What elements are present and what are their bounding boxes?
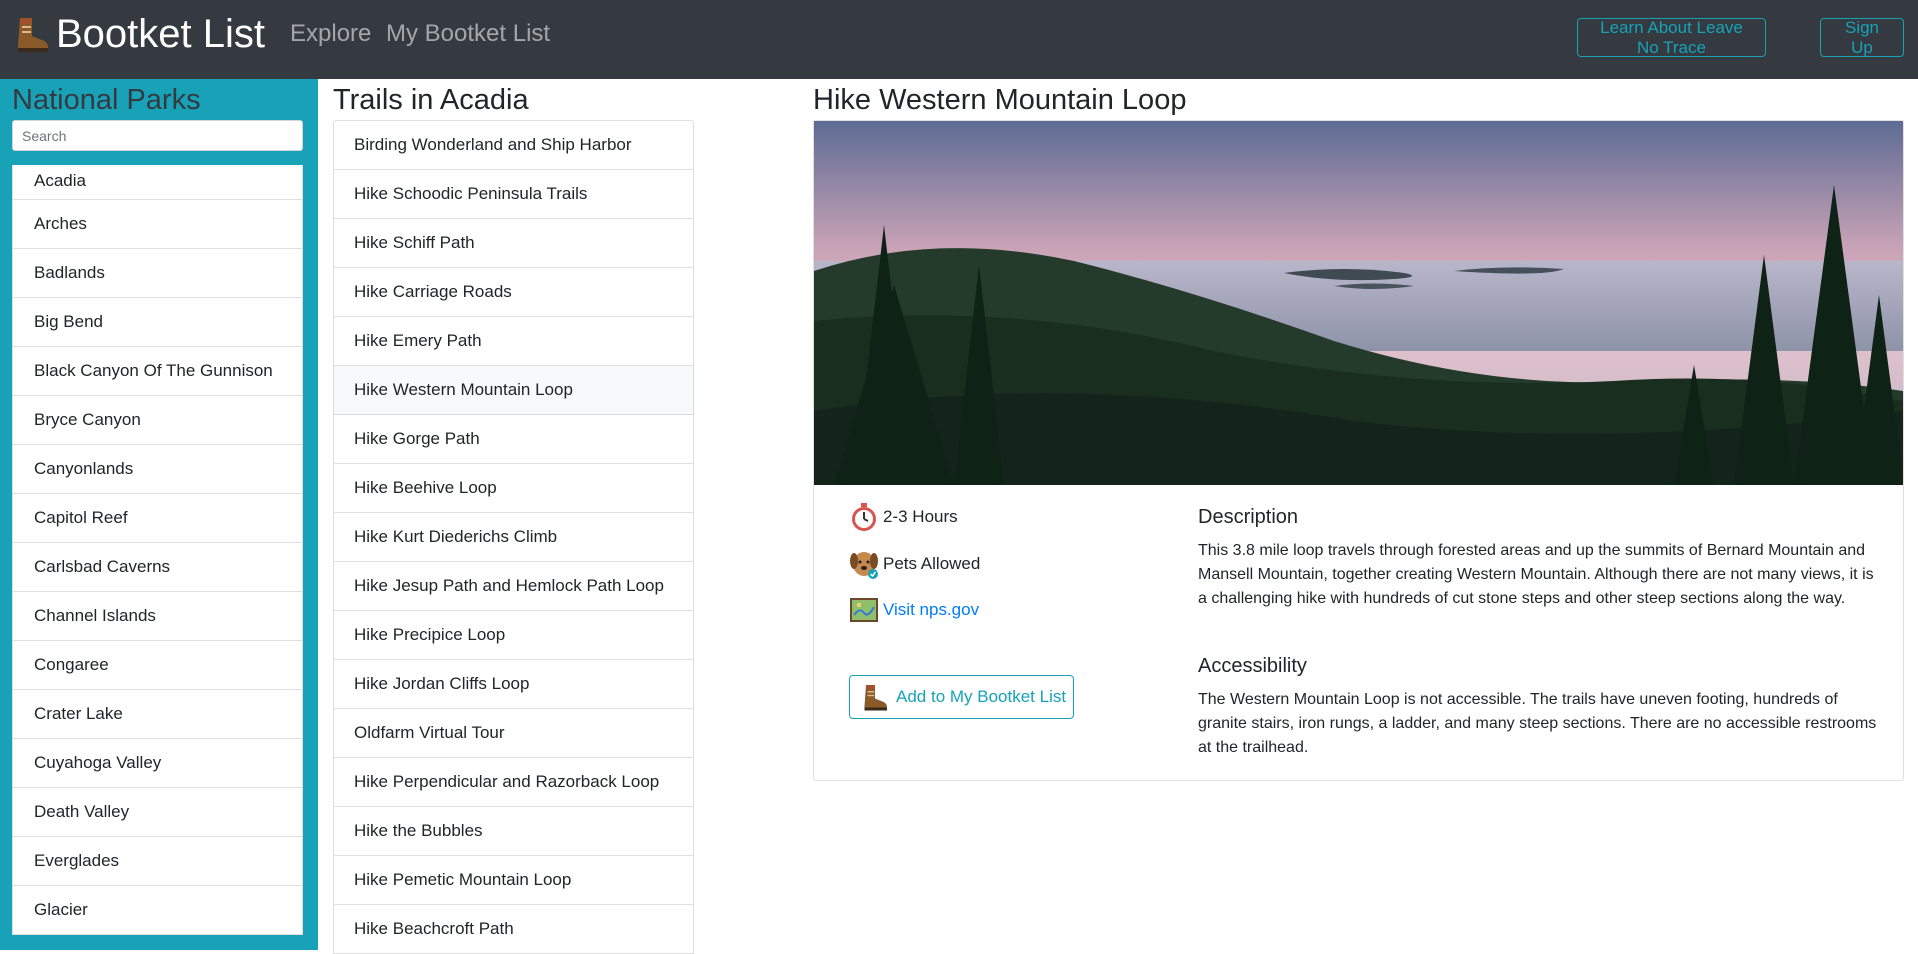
dog-icon [850, 552, 878, 579]
accessibility-section: Accessibility The Western Mountain Loop … [1198, 654, 1878, 760]
parks-sidebar: National Parks AcadiaArchesBadlandsBig B… [0, 79, 318, 950]
park-item[interactable]: Badlands [12, 249, 303, 298]
brand-title: Bootket List [56, 12, 266, 56]
park-item[interactable]: Capitol Reef [12, 494, 303, 543]
description-heading: Description [1198, 506, 1299, 528]
accessibility-text: The Western Mountain Loop is not accessi… [1198, 691, 1877, 756]
park-item[interactable]: Everglades [12, 837, 303, 886]
add-button-label: Add to My Bootket List [896, 687, 1067, 706]
description-section: Description This 3.8 mile loop travels t… [1198, 505, 1878, 611]
trail-detail-card: 2-3 Hours Pets Allowed Visit nps.gov Add… [813, 120, 1904, 781]
park-item[interactable]: Canyonlands [12, 445, 303, 494]
park-item[interactable]: Big Bend [12, 298, 303, 347]
trail-item[interactable]: Hike Western Mountain Loop [333, 366, 694, 415]
pets-row: Pets Allowed [849, 549, 980, 579]
nav-explore[interactable]: Explore [290, 18, 371, 50]
park-list: Acadia Arches Badlands Big Bend Black Canyon… [12, 165, 303, 935]
trails-title: Trails in Acadia [333, 84, 529, 116]
description-text: This 3.8 mile loop travels through fores… [1198, 542, 1874, 607]
trail-list: Birding Wonderland and Ship Harbor Hike S… [333, 120, 694, 954]
trail-hero-image [814, 121, 1903, 485]
duration-text: 2-3 Hours [883, 507, 958, 526]
trail-item[interactable]: Hike Emery Path [333, 317, 694, 366]
trail-item[interactable]: Hike Jesup Path and Hemlock Path Loop [333, 562, 694, 611]
trail-item[interactable]: Hike Precipice Loop [333, 611, 694, 660]
park-item[interactable]: Death Valley [12, 788, 303, 837]
park-item[interactable]: Cuyahoga Valley [12, 739, 303, 788]
trail-item[interactable]: Hike Carriage Roads [333, 268, 694, 317]
trail-item[interactable]: Hike Schiff Path [333, 219, 694, 268]
park-item[interactable]: Acadia [12, 165, 303, 200]
park-item[interactable]: Bryce Canyon [12, 396, 303, 445]
nps-link-row: Visit nps.gov [849, 595, 979, 625]
duration-row: 2-3 Hours [849, 502, 958, 532]
trail-item[interactable]: Birding Wonderland and Ship Harbor [333, 120, 694, 170]
hiking-boot-icon [18, 18, 48, 52]
add-to-bootket-list-button[interactable]: Add to My Bootket List [849, 675, 1074, 719]
trail-item[interactable]: Hike Kurt Diederichs Climb [333, 513, 694, 562]
trail-item[interactable]: Hike Beehive Loop [333, 464, 694, 513]
brand-link[interactable]: Bootket List [12, 10, 265, 58]
park-item[interactable]: Channel Islands [12, 592, 303, 641]
hiking-boot-icon [864, 685, 887, 711]
park-item[interactable]: Glacier [12, 886, 303, 935]
stopwatch-icon [852, 503, 876, 531]
trail-item[interactable]: Hike Jordan Cliffs Loop [333, 660, 694, 709]
trail-item[interactable]: Hike Pemetic Mountain Loop [333, 856, 694, 905]
accessibility-heading: Accessibility [1198, 655, 1307, 677]
pets-text: Pets Allowed [883, 554, 981, 573]
park-item[interactable]: Carlsbad Caverns [12, 543, 303, 592]
trail-item[interactable]: Hike Gorge Path [333, 415, 694, 464]
trail-item[interactable]: Hike Perpendicular and Razorback Loop [333, 758, 694, 807]
trail-item[interactable]: Hike Schoodic Peninsula Trails [333, 170, 694, 219]
map-icon [850, 598, 878, 622]
leave-no-trace-button[interactable]: Learn About Leave No Trace [1577, 18, 1766, 57]
trail-detail-title: Hike Western Mountain Loop [813, 84, 1187, 116]
park-item[interactable]: Crater Lake [12, 690, 303, 739]
nav-my-bootket-list[interactable]: My Bootket List [386, 18, 550, 50]
navbar: Bootket List Explore My Bootket List Lea… [0, 0, 1918, 79]
trail-item[interactable]: Hike the Bubbles [333, 807, 694, 856]
trail-item[interactable]: Hike Beachcroft Path [333, 905, 694, 954]
park-item[interactable]: Arches [12, 200, 303, 249]
sign-up-button[interactable]: Sign Up [1820, 18, 1904, 57]
search-input[interactable] [12, 120, 303, 151]
park-item[interactable]: Black Canyon Of The Gunnison [12, 347, 303, 396]
visit-nps-link[interactable]: Visit nps.gov [883, 600, 979, 620]
park-item[interactable]: Congaree [12, 641, 303, 690]
sidebar-title: National Parks [12, 84, 201, 116]
trail-item[interactable]: Oldfarm Virtual Tour [333, 709, 694, 758]
